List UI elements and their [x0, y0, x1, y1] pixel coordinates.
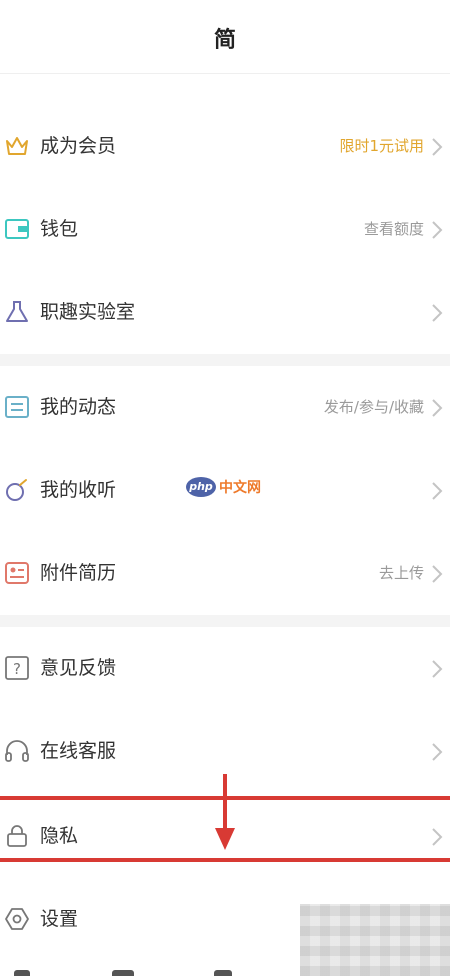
menu-value: 去上传 [378, 564, 424, 582]
menu-label: 钱包 [40, 218, 79, 240]
svg-text:?: ? [13, 660, 21, 678]
crown-icon [6, 137, 28, 155]
watermark: php 中文网 [186, 477, 261, 497]
resume-icon [5, 562, 29, 584]
page-title: 简 [213, 28, 236, 53]
music-icon [6, 479, 27, 501]
chevron-right-icon [432, 482, 443, 500]
chevron-right-icon [432, 399, 443, 417]
section-divider [0, 354, 450, 366]
chevron-right-icon [432, 743, 443, 761]
watermark-text: 中文网 [219, 480, 261, 496]
menu-label: 隐私 [40, 825, 79, 847]
chevron-right-icon [432, 828, 443, 846]
menu-item-lab[interactable]: 职趣实验室 [0, 271, 450, 354]
menu-label: 附件简历 [40, 562, 117, 584]
blurred-region [300, 904, 450, 976]
menu-label: 我的收听 [40, 479, 117, 501]
headphones-icon [5, 740, 29, 762]
hexagon-settings-icon [5, 908, 29, 930]
question-icon: ? [5, 656, 29, 680]
tab-bar-peek [0, 966, 300, 976]
menu-label: 成为会员 [40, 135, 117, 157]
message-icon [5, 396, 29, 418]
menu-label: 在线客服 [40, 740, 117, 762]
menu-label: 设置 [40, 908, 79, 930]
chevron-right-icon [432, 138, 443, 156]
menu-item-resume[interactable]: 附件简历 去上传 [0, 532, 450, 615]
chevron-right-icon [432, 660, 443, 678]
menu-item-feedback[interactable]: ? 意见反馈 [0, 627, 450, 710]
menu-label: 职趣实验室 [40, 301, 136, 323]
menu-value: 发布/参与/收藏 [323, 398, 424, 416]
watermark-logo: php [186, 477, 216, 497]
lock-icon [7, 825, 27, 847]
menu-item-vip[interactable]: 成为会员 限时1元试用 [0, 105, 450, 188]
chevron-right-icon [432, 565, 443, 583]
menu-item-wallet[interactable]: 钱包 查看额度 [0, 188, 450, 271]
chevron-right-icon [432, 221, 443, 239]
chevron-right-icon [432, 304, 443, 322]
flask-icon [6, 301, 28, 322]
menu-value: 查看额度 [363, 220, 424, 238]
menu-item-activity[interactable]: 我的动态 发布/参与/收藏 [0, 366, 450, 449]
section-divider [0, 615, 450, 627]
arrow-down-icon [215, 774, 235, 850]
menu-value: 限时1元试用 [339, 137, 424, 155]
menu-label: 我的动态 [40, 396, 117, 418]
wallet-icon [5, 219, 29, 239]
menu-label: 意见反馈 [40, 657, 117, 679]
highlight-line-bottom [0, 858, 450, 862]
header: 简 [0, 0, 450, 74]
